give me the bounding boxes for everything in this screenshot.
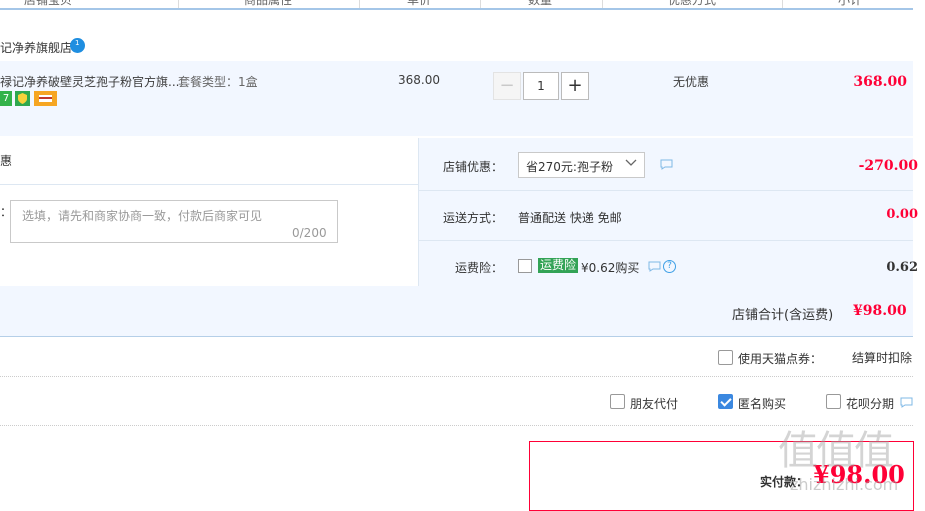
header-discount-method: 优惠方式 <box>668 0 717 7</box>
shipping-insurance-checkbox[interactable] <box>518 259 532 273</box>
divider <box>0 425 913 426</box>
chevron-down-icon <box>625 159 637 166</box>
item-title-link[interactable]: 禄记净养破壁灵芝孢子粉官方旗... <box>0 73 179 90</box>
header-quantity: 数量 <box>528 0 553 7</box>
shop-name-link[interactable]: 记净养旗舰店 <box>0 39 72 56</box>
header-price: 单价 <box>407 0 432 7</box>
help-icon[interactable]: ? <box>663 260 676 273</box>
shop-discount-selected: 省270元:孢子粉 <box>526 160 613 174</box>
shipping-insurance-fee: 0.62 <box>886 260 918 275</box>
divider <box>419 190 913 191</box>
divider <box>0 376 913 377</box>
shipping-insurance-label: 运费险： <box>455 261 504 275</box>
cart-header: 店铺宝贝 商品属性 单价 数量 优惠方式 小计 <box>0 0 913 10</box>
tmall-points-note: 结算时扣除 <box>852 351 913 365</box>
item-discount: 无优惠 <box>673 75 710 89</box>
card-icon <box>34 91 57 106</box>
quantity-input[interactable]: 1 <box>523 72 559 100</box>
item-spec: 套餐类型：1盒 <box>178 75 258 89</box>
shipping-insurance-price: ¥0.62购买 <box>581 261 640 275</box>
message-icon[interactable] <box>648 261 661 272</box>
quantity-increase-button[interactable]: + <box>561 72 589 100</box>
shipping-fee: 0.00 <box>886 207 918 222</box>
huabei-installment-label: 花呗分期 <box>846 397 895 411</box>
watermark-logo: 值值值 <box>778 428 894 474</box>
shipping-method-label: 运送方式： <box>443 211 504 225</box>
quantity-decrease-button[interactable]: − <box>493 72 521 100</box>
header-divider <box>602 0 603 8</box>
seven-day-return-icon: 7 <box>0 91 12 106</box>
shop-discount-amount: -270.00 <box>858 158 918 174</box>
shop-total-value: ¥98.00 <box>853 303 907 319</box>
header-divider <box>782 0 783 8</box>
tmall-points-checkbox[interactable] <box>718 350 733 365</box>
item-subtotal: 368.00 <box>853 74 907 90</box>
guarantee-icon <box>15 91 30 106</box>
header-subtotal: 小计 <box>838 0 863 7</box>
message-icon[interactable] <box>900 397 913 408</box>
shop-total-label: 店铺合计(含运费) <box>732 308 834 323</box>
buyer-message-count: 0/200 <box>292 226 327 240</box>
header-divider <box>480 0 481 8</box>
tmall-points-label: 使用天猫点券： <box>738 352 823 366</box>
shipping-insurance-tag: 运费险 <box>538 258 579 273</box>
header-divider <box>359 0 360 8</box>
anonymous-purchase-checkbox[interactable] <box>718 394 733 409</box>
message-icon[interactable] <box>660 159 673 170</box>
divider <box>418 138 419 286</box>
shipping-method-value: 普通配送 快递 免邮 <box>518 211 622 225</box>
friend-pay-checkbox[interactable] <box>610 394 625 409</box>
header-shop-item: 店铺宝贝 <box>24 0 73 7</box>
anonymous-purchase-label: 匿名购买 <box>738 397 787 411</box>
item-unit-price: 368.00 <box>398 73 440 87</box>
divider <box>419 240 913 241</box>
friend-pay-label: 朋友代付 <box>630 397 679 411</box>
wangwang-chat-icon[interactable] <box>70 38 85 53</box>
huabei-installment-checkbox[interactable] <box>826 394 841 409</box>
left-discount-label: 惠 <box>0 154 13 168</box>
header-divider <box>178 0 179 8</box>
header-attributes: 商品属性 <box>244 0 293 7</box>
divider <box>0 184 418 185</box>
shop-discount-label: 店铺优惠： <box>443 160 504 174</box>
buyer-message-placeholder: 选填，请先和商家协商一致，付款后商家可见 <box>22 209 263 223</box>
watermark-url: zhizhizhi.com <box>790 475 899 494</box>
